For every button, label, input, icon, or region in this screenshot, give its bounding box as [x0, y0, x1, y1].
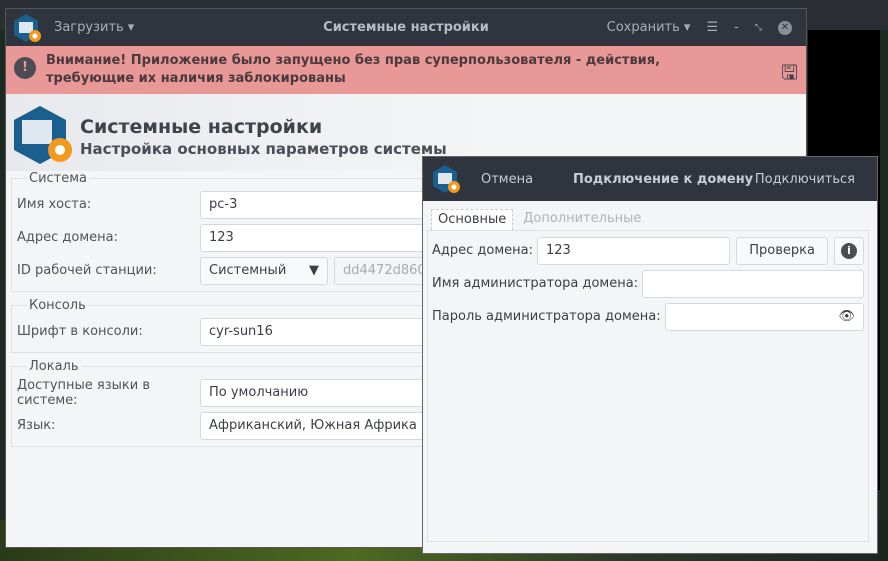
- app-logo-icon: [433, 165, 460, 193]
- domain-label: Адрес домена:: [432, 243, 534, 258]
- cancel-button[interactable]: Отмена: [481, 172, 533, 187]
- domain-label: Адрес домена:: [17, 230, 119, 245]
- app-logo-icon: [14, 13, 41, 42]
- console-font-label: Шрифт в консоли:: [17, 324, 143, 339]
- wsid-mode-select[interactable]: Системный ▼: [200, 256, 328, 285]
- app-logo-icon: [14, 106, 72, 164]
- hostname-label: Имя хоста:: [17, 197, 92, 212]
- tab-panel: Адрес домена: 123 Проверка i Имя администра…: [427, 230, 869, 542]
- admin-label: Имя администратора домена:: [432, 276, 639, 291]
- group-title: Консоль: [29, 298, 86, 313]
- language-label: Язык:: [17, 418, 56, 433]
- save-user-icon[interactable]: 🖫: [781, 58, 798, 92]
- eye-icon[interactable]: 👁: [838, 304, 855, 330]
- page-title: Системные настройки: [80, 116, 323, 138]
- languages-label: Доступные языки в системе:: [17, 377, 151, 408]
- info-icon[interactable]: i: [834, 236, 864, 265]
- save-menu[interactable]: Сохранить ▾: [607, 20, 691, 35]
- warning-text: Внимание! Приложение было запущено без п…: [46, 53, 661, 86]
- password-input[interactable]: 👁: [664, 302, 864, 331]
- page-subtitle: Настройка основных параметров системы: [80, 140, 447, 158]
- title-bar: Загрузить ▾ Системные настройки Сохранит…: [6, 9, 806, 46]
- maximize-icon[interactable]: ⤡: [755, 23, 762, 33]
- chevron-down-icon: ▼: [309, 262, 319, 278]
- admin-input[interactable]: [642, 269, 864, 298]
- tab-main[interactable]: Основные: [431, 209, 514, 230]
- hamburger-menu-icon[interactable]: ☰: [706, 20, 718, 35]
- dialog-title: Подключение к домену: [573, 171, 754, 187]
- warning-icon: !: [14, 57, 36, 79]
- check-button[interactable]: Проверка: [736, 236, 828, 265]
- dialog-header: Отмена Подключение к домену Подключиться: [423, 157, 877, 201]
- domain-join-dialog: Отмена Подключение к домену Подключиться…: [422, 156, 878, 554]
- load-menu[interactable]: Загрузить ▾: [54, 20, 134, 35]
- warning-banner: ! Внимание! Приложение было запущено без…: [6, 46, 806, 94]
- domain-input[interactable]: 123: [537, 236, 731, 265]
- wsid-label: ID рабочей станции:: [17, 263, 157, 278]
- password-label: Пароль администратора домена:: [432, 309, 661, 324]
- connect-button[interactable]: Подключиться: [755, 172, 855, 187]
- tab-extra[interactable]: Дополнительные: [513, 209, 651, 230]
- group-title: Локаль: [29, 359, 79, 374]
- group-title: Система: [29, 171, 88, 186]
- minimize-icon[interactable]: -: [734, 20, 739, 35]
- close-icon[interactable]: ✕: [778, 20, 792, 35]
